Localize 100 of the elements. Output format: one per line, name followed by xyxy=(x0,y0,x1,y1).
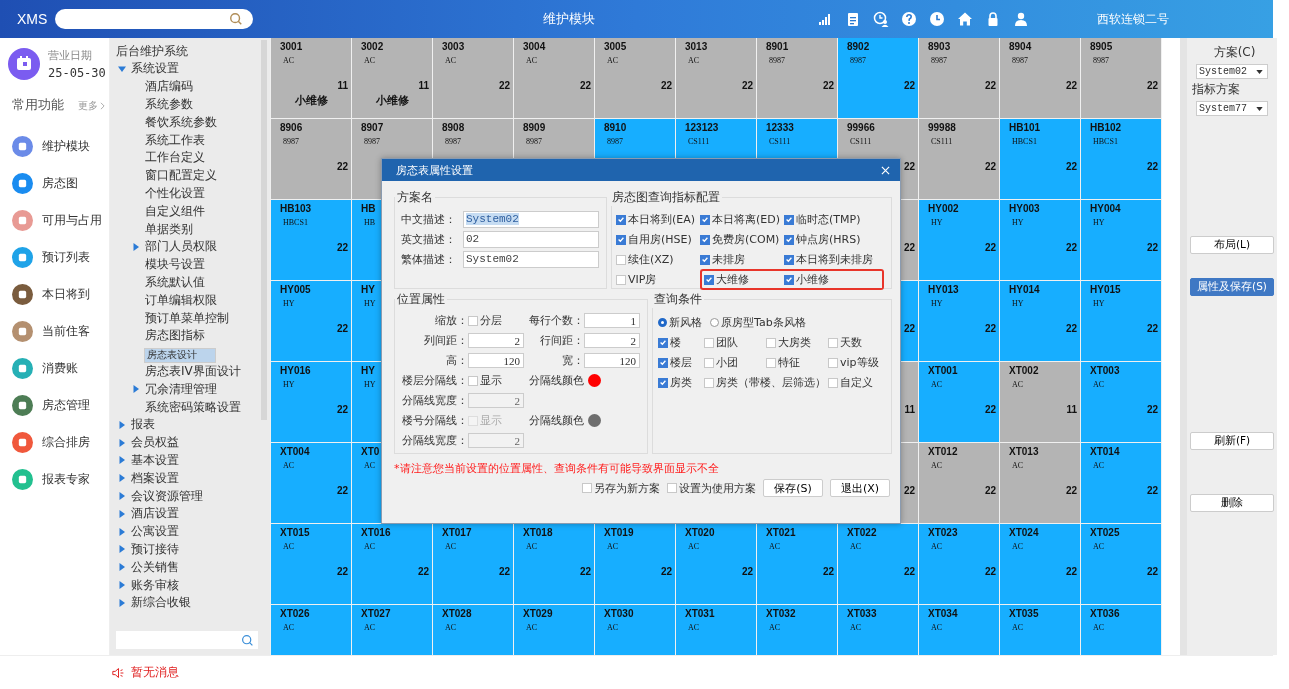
room-type: AC xyxy=(1012,542,1024,551)
field-label: 方案(C) xyxy=(1213,44,1256,61)
business-date: 25-05-30 xyxy=(48,66,106,80)
room-type: AC xyxy=(364,461,376,470)
room-type: AC xyxy=(607,542,619,551)
room-number: 8901 xyxy=(766,41,789,52)
room-count: 22 xyxy=(822,80,834,91)
room-count: 22 xyxy=(984,323,996,334)
room-number: 99966 xyxy=(847,122,875,133)
room-count: 22 xyxy=(1146,323,1158,334)
room-count: 11 xyxy=(418,80,429,91)
room-number: XT019 xyxy=(604,527,634,538)
room-type: AC xyxy=(850,623,862,632)
room-number: 3001 xyxy=(280,41,303,52)
room-number: 8902 xyxy=(847,41,870,52)
module-title: 维护模块 xyxy=(543,10,596,28)
room-number: 8907 xyxy=(361,122,384,133)
room-type: AC xyxy=(1012,623,1024,632)
room-status: 小维修 xyxy=(374,93,410,108)
group-title: 位置属性 xyxy=(396,291,446,308)
room-count: 22 xyxy=(741,80,753,91)
room-number: XT033 xyxy=(847,608,877,619)
room-type: AC xyxy=(1093,461,1105,470)
field-label: 分隔线宽度： xyxy=(401,433,468,448)
field-label: 繁体描述： xyxy=(401,251,457,267)
room-type: AC xyxy=(769,542,781,551)
room-type: AC xyxy=(1093,623,1105,632)
room-number: XT012 xyxy=(928,446,958,457)
room-count: 22 xyxy=(660,566,672,577)
room-number: 8904 xyxy=(1009,41,1032,52)
room-number: 3003 xyxy=(442,41,465,52)
room-count: 22 xyxy=(984,161,996,172)
room-number: 123123 xyxy=(685,122,719,133)
room-number: XT032 xyxy=(766,608,796,619)
app-logo: XMS xyxy=(17,11,49,27)
room-type: AC xyxy=(445,542,457,551)
room-count: 22 xyxy=(984,485,996,496)
room-number: XT036 xyxy=(1090,608,1120,619)
room-number: HY xyxy=(361,284,375,295)
room-type: 8987 xyxy=(526,137,542,146)
room-count: 22 xyxy=(984,80,996,91)
room-number: 3002 xyxy=(361,41,384,52)
room-number: XT013 xyxy=(1009,446,1039,457)
room-type: AC xyxy=(688,542,700,551)
room-count: 22 xyxy=(579,80,591,91)
room-type: AC xyxy=(769,623,781,632)
field-label: 宽： xyxy=(561,353,584,368)
room-number: XT026 xyxy=(280,608,310,619)
room-type: CS111 xyxy=(850,137,872,146)
room-number: HY015 xyxy=(1090,284,1121,295)
room-count: 22 xyxy=(903,323,915,334)
room-number: XT004 xyxy=(280,446,310,457)
room-number: HY xyxy=(361,365,375,376)
room-type: HY xyxy=(1012,299,1024,308)
room-count: 22 xyxy=(984,242,996,253)
room-type: AC xyxy=(364,542,376,551)
field-label: 英文描述： xyxy=(401,231,457,247)
status-message: 暂无消息 xyxy=(131,664,179,681)
room-number: XT021 xyxy=(766,527,796,538)
room-number: XT022 xyxy=(847,527,877,538)
room-number: XT023 xyxy=(928,527,958,538)
field-label: 中文描述： xyxy=(401,211,457,227)
room-type: AC xyxy=(1012,461,1024,470)
room-type: AC xyxy=(364,623,376,632)
room-count: 22 xyxy=(1146,242,1158,253)
room-type: CS111 xyxy=(688,137,710,146)
room-count: 22 xyxy=(336,404,348,415)
field-label: 楼层分隔线： xyxy=(401,373,468,388)
room-count: 11 xyxy=(1066,404,1077,415)
room-number: XT016 xyxy=(361,527,391,538)
field-label: 列间距： xyxy=(423,333,468,348)
room-count: 22 xyxy=(336,242,348,253)
room-count: 22 xyxy=(903,161,915,172)
room-count: 22 xyxy=(579,566,591,577)
room-type: HBCS1 xyxy=(1012,137,1037,146)
room-count: 22 xyxy=(1065,242,1077,253)
room-type: HY xyxy=(1093,299,1105,308)
room-number: XT025 xyxy=(1090,527,1120,538)
field-label: 楼号分隔线： xyxy=(401,413,468,428)
room-number: HB xyxy=(361,203,376,214)
room-number: HB101 xyxy=(1009,122,1041,133)
room-type: AC xyxy=(688,623,700,632)
room-type: CS111 xyxy=(931,137,953,146)
room-number: 8906 xyxy=(280,122,303,133)
field-value: 02 xyxy=(466,233,480,245)
room-number: 99988 xyxy=(928,122,956,133)
field-label: 行间距： xyxy=(539,333,584,348)
room-number: XT031 xyxy=(685,608,715,619)
room-type: AC xyxy=(931,461,943,470)
room-count: 11 xyxy=(337,80,348,91)
room-type: AC xyxy=(607,56,619,65)
room-count: 22 xyxy=(1146,404,1158,415)
room-count: 22 xyxy=(822,566,834,577)
field-label: 分隔线宽度： xyxy=(401,393,468,408)
room-number: HY016 xyxy=(280,365,311,376)
room-type: CS111 xyxy=(769,137,791,146)
room-count: 22 xyxy=(984,404,996,415)
room-type: AC xyxy=(931,542,943,551)
room-count: 22 xyxy=(903,566,915,577)
room-number: HY002 xyxy=(928,203,959,214)
